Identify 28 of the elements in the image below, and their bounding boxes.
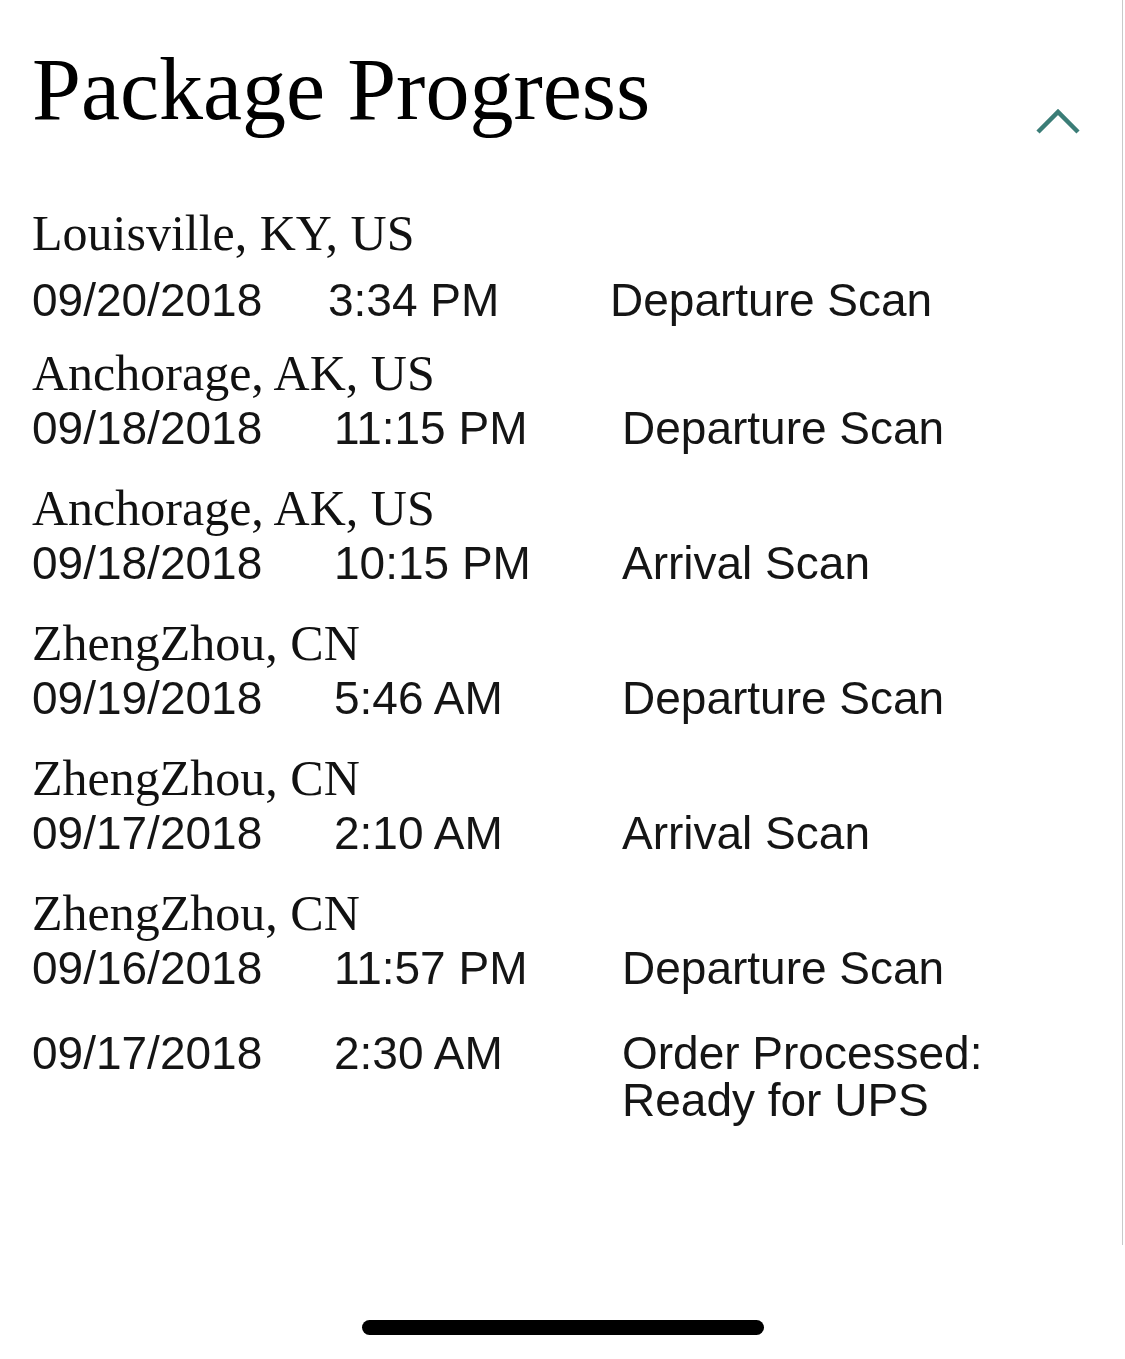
event-status: Departure Scan — [622, 945, 945, 992]
event-date: 09/17/2018 — [32, 806, 263, 861]
event-status: Departure Scan — [622, 405, 945, 452]
chevron-up-icon[interactable] — [1036, 108, 1080, 134]
event-time: 2:10 AM — [334, 806, 503, 861]
event-date: 09/20/2018 — [32, 273, 263, 328]
event-status: Departure Scan — [610, 277, 933, 324]
location-text: Louisville, KY, US — [32, 206, 415, 261]
event-date: 09/17/2018 — [32, 1026, 263, 1081]
event-status: Arrival Scan — [622, 540, 870, 587]
event-status: Order Processed: Ready for UPS — [622, 1030, 984, 1124]
event-time: 5:46 AM — [334, 671, 503, 726]
location-text: Anchorage, AK, US — [32, 346, 435, 401]
event-status: Departure Scan — [622, 675, 945, 722]
location-text: Anchorage, AK, US — [32, 481, 435, 536]
event-time: 2:30 AM — [334, 1026, 503, 1081]
event-time: 11:15 PM — [334, 401, 528, 456]
event-date: 09/18/2018 — [32, 401, 263, 456]
event-time: 11:57 PM — [334, 941, 528, 996]
event-date: 09/19/2018 — [32, 671, 263, 726]
location-text: ZhengZhou, CN — [32, 616, 360, 671]
location-text: ZhengZhou, CN — [32, 751, 360, 806]
event-status: Arrival Scan — [622, 810, 870, 857]
location-text: ZhengZhou, CN — [32, 886, 360, 941]
event-time: 10:15 PM — [334, 536, 531, 591]
event-date: 09/16/2018 — [32, 941, 263, 996]
event-time: 3:34 PM — [328, 273, 500, 328]
event-date: 09/18/2018 — [32, 536, 263, 591]
